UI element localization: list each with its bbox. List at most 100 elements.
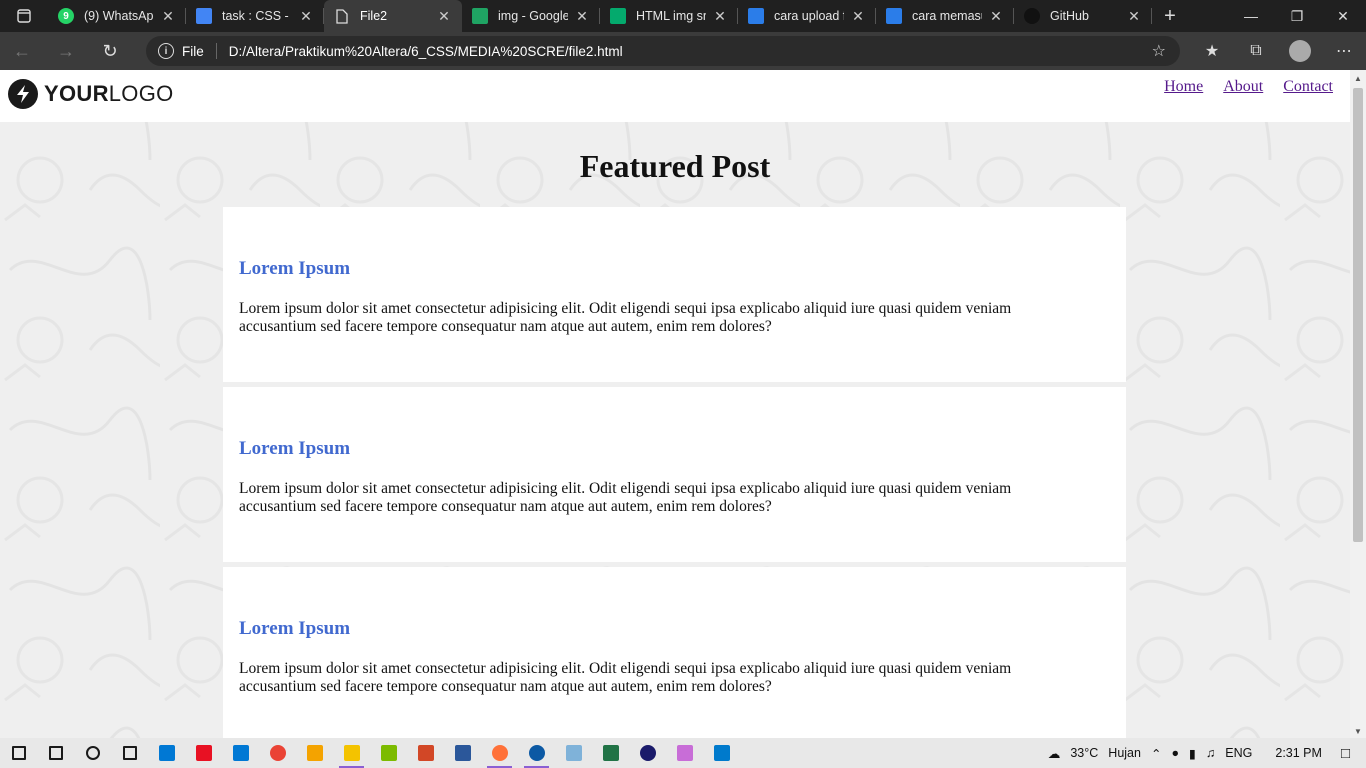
forward-button[interactable]: → — [44, 32, 88, 70]
pinwheel-glyph — [676, 745, 693, 761]
tab-title: HTML img src A — [636, 9, 706, 23]
media-player-icon[interactable] — [296, 738, 333, 768]
post-card: Lorem Ipsum Lorem ipsum dolor sit amet c… — [223, 567, 1126, 738]
vscode-icon[interactable] — [703, 738, 740, 768]
tab-title: GitHub — [1050, 9, 1089, 23]
battery-icon[interactable]: ▮ — [1189, 746, 1196, 761]
store-glyph — [158, 745, 175, 761]
post-title[interactable]: Lorem Ipsum — [239, 618, 1126, 640]
nav-contact-link[interactable]: Contact — [1283, 78, 1333, 96]
edge-icon[interactable] — [518, 738, 555, 768]
paint-icon[interactable] — [370, 738, 407, 768]
profile-avatar[interactable] — [1289, 40, 1311, 62]
close-tab-icon[interactable]: ✕ — [160, 8, 176, 25]
refresh-button[interactable]: ↻ — [88, 32, 132, 70]
collections-icon[interactable]: ⧉ — [1234, 42, 1278, 60]
close-tab-icon[interactable]: ✕ — [988, 8, 1004, 25]
weather-temp[interactable]: 33°C — [1070, 746, 1098, 760]
tab-title: task : CSS - Go — [222, 9, 292, 23]
taskbar: ☁ 33°C Hujan ⌃ ● ▮ ♫ ENG 2:31 PM □ — [0, 738, 1366, 768]
whatsapp-icon: 9 — [58, 8, 74, 24]
obs-icon[interactable] — [629, 738, 666, 768]
scrollbar-thumb[interactable] — [1353, 88, 1363, 542]
powerpoint-icon[interactable] — [407, 738, 444, 768]
browser-tab[interactable]: cara memasukka ✕ — [876, 0, 1014, 32]
tab-title: (9) WhatsApp — [84, 9, 154, 23]
minimize-button[interactable]: — — [1228, 0, 1274, 32]
gift-icon[interactable] — [185, 738, 222, 768]
start-icon[interactable] — [0, 738, 37, 768]
address-bar[interactable]: i File D:/Altera/Praktikum%20Altera/6_CS… — [146, 36, 1180, 66]
close-tab-icon[interactable]: ✕ — [712, 8, 728, 25]
favorites-icon[interactable]: ★ — [1190, 41, 1234, 61]
file-explorer-icon[interactable] — [333, 738, 370, 768]
nav-home-link[interactable]: Home — [1164, 78, 1203, 96]
tab-title: img - Google Dr — [498, 9, 568, 23]
browser-tab[interactable]: File2 ✕ — [324, 0, 462, 32]
browser-tab[interactable]: 9 (9) WhatsApp ✕ — [48, 0, 186, 32]
close-tab-icon[interactable]: ✕ — [1126, 8, 1142, 25]
word-icon[interactable] — [444, 738, 481, 768]
restore-button[interactable]: ❐ — [1274, 0, 1320, 32]
site-info-icon[interactable]: i — [158, 43, 174, 59]
browser-toolbar: ← → ↻ i File D:/Altera/Praktikum%20Alter… — [0, 32, 1366, 70]
system-tray: ☁ 33°C Hujan ⌃ ● ▮ ♫ ENG 2:31 PM □ — [1043, 738, 1366, 768]
weather-condition[interactable]: Hujan — [1108, 746, 1141, 760]
firefox-icon[interactable] — [481, 738, 518, 768]
more-menu-icon[interactable]: ⋯ — [1322, 41, 1366, 61]
search-icon[interactable] — [37, 738, 74, 768]
scroll-down-icon[interactable]: ▼ — [1354, 727, 1362, 736]
task-view-icon[interactable] — [111, 738, 148, 768]
firefox-glyph — [491, 745, 508, 761]
close-tab-icon[interactable]: ✕ — [298, 8, 314, 25]
media-player-glyph — [306, 745, 323, 761]
cortana-icon[interactable] — [74, 738, 111, 768]
scroll-up-icon[interactable]: ▲ — [1354, 74, 1362, 83]
nav-about-link[interactable]: About — [1223, 78, 1263, 96]
post-title[interactable]: Lorem Ipsum — [239, 258, 1126, 280]
gift-glyph — [195, 745, 212, 761]
close-tab-icon[interactable]: ✕ — [436, 8, 452, 25]
weather-icon[interactable]: ☁ — [1048, 746, 1061, 761]
notepad-icon[interactable] — [555, 738, 592, 768]
browser-tab[interactable]: GitHub ✕ — [1014, 0, 1152, 32]
bing-icon — [886, 8, 902, 24]
task-view-glyph — [122, 746, 137, 760]
chevron-up-icon[interactable]: ⌃ — [1151, 746, 1161, 761]
chrome-icon[interactable] — [259, 738, 296, 768]
notifications-icon[interactable]: □ — [1341, 745, 1350, 762]
github-icon — [1024, 8, 1040, 24]
address-scheme: File — [182, 43, 204, 59]
new-tab-button[interactable]: + — [1152, 0, 1188, 32]
add-favorite-icon[interactable]: ☆ — [1152, 41, 1166, 61]
tab-actions-icon[interactable] — [0, 0, 48, 32]
store-icon[interactable] — [148, 738, 185, 768]
volume-icon[interactable]: ♫ — [1206, 746, 1215, 760]
excel-icon[interactable] — [592, 738, 629, 768]
site-logo[interactable]: YOURLOGO — [8, 79, 174, 109]
clock[interactable]: 2:31 PM — [1275, 746, 1322, 760]
mail-icon[interactable] — [222, 738, 259, 768]
post-title[interactable]: Lorem Ipsum — [239, 438, 1126, 460]
network-icon[interactable]: ● — [1171, 746, 1179, 760]
chrome-glyph — [269, 745, 286, 761]
close-window-button[interactable]: ✕ — [1320, 0, 1366, 32]
browser-tab[interactable]: img - Google Dr ✕ — [462, 0, 600, 32]
logo-text: YOURLOGO — [44, 81, 174, 106]
tab-title: File2 — [360, 9, 388, 23]
post-card: Lorem Ipsum Lorem ipsum dolor sit amet c… — [223, 387, 1126, 562]
language-indicator[interactable]: ENG — [1225, 746, 1252, 760]
page-scrollbar[interactable]: ▲ ▼ — [1350, 70, 1366, 738]
close-tab-icon[interactable]: ✕ — [574, 8, 590, 25]
file-icon — [334, 8, 350, 24]
pinwheel-icon[interactable] — [666, 738, 703, 768]
address-url[interactable]: D:/Altera/Praktikum%20Altera/6_CSS/MEDIA… — [229, 44, 623, 59]
page-heading: Featured Post — [579, 148, 771, 184]
close-tab-icon[interactable]: ✕ — [850, 8, 866, 25]
browser-tab[interactable]: cara upload file ✕ — [738, 0, 876, 32]
browser-tab[interactable]: task : CSS - Go ✕ — [186, 0, 324, 32]
obs-glyph — [639, 745, 656, 761]
browser-tab[interactable]: HTML img src A ✕ — [600, 0, 738, 32]
back-button[interactable]: ← — [0, 32, 44, 70]
vscode-glyph — [713, 745, 730, 761]
